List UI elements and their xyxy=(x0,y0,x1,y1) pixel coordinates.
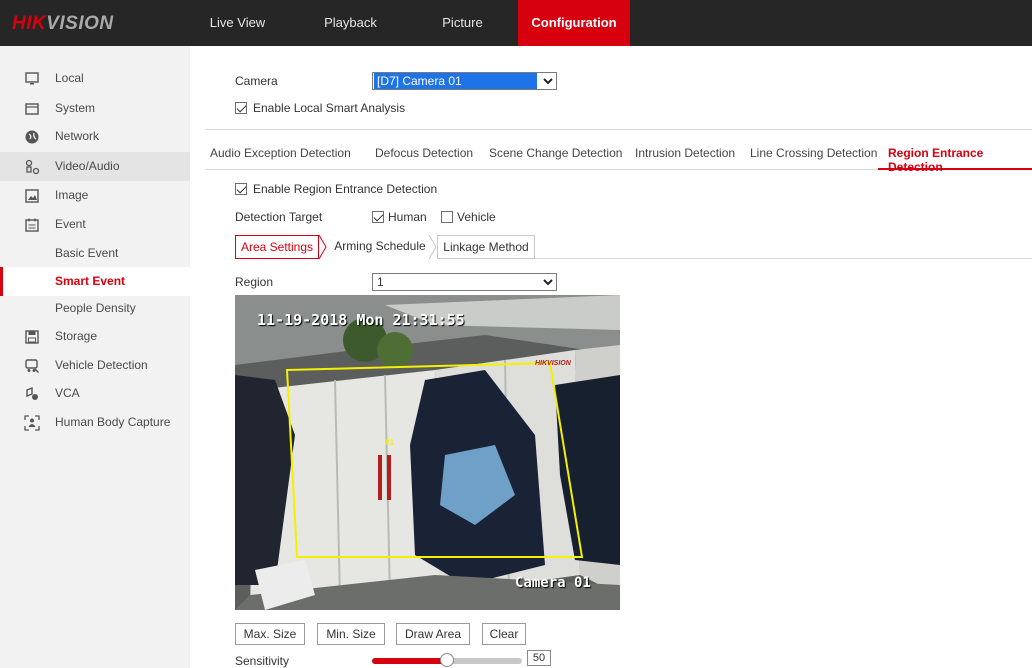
sensitivity-label: Sensitivity xyxy=(235,654,290,668)
sidebar-item-basic-event[interactable]: Basic Event xyxy=(0,239,190,268)
enable-local-smart-checkbox[interactable] xyxy=(235,102,247,114)
sidebar-item-label: Storage xyxy=(55,329,98,343)
globe-icon xyxy=(25,130,39,144)
nav-live-view[interactable]: Live View xyxy=(200,0,275,46)
max-size-button[interactable]: Max. Size xyxy=(235,623,305,645)
sidebar-item-local[interactable]: Local xyxy=(0,64,190,93)
sidebar-item-label: Local xyxy=(55,71,84,85)
subtabs-baseline xyxy=(535,258,1032,259)
tab-separator-arrow xyxy=(318,235,327,259)
sidebar-item-smart-event[interactable]: Smart Event xyxy=(0,267,190,296)
active-tab-underline xyxy=(878,168,1032,170)
camera-scene: HIKVISION #1 xyxy=(235,295,620,610)
region-label: Region xyxy=(235,275,274,289)
sidebar-item-human-body-capture[interactable]: Human Body Capture xyxy=(0,408,190,437)
nav-picture[interactable]: Picture xyxy=(425,0,500,46)
enable-region-entrance-checkbox[interactable] xyxy=(235,183,247,195)
tab-defocus-detection[interactable]: Defocus Detection xyxy=(375,146,473,160)
camera-select[interactable]: [D7] Camera 01 xyxy=(372,72,557,90)
cabinet-brand-text: HIKVISION xyxy=(535,360,572,367)
osd-camera-name: Camera 01 xyxy=(515,575,591,591)
enable-region-entrance-label: Enable Region Entrance Detection xyxy=(253,182,438,196)
sidebar-item-label: Video/Audio xyxy=(55,159,120,173)
sidebar-item-label: Human Body Capture xyxy=(55,415,171,429)
vehicle-label: Vehicle xyxy=(457,210,496,224)
region-select[interactable]: 1 xyxy=(372,273,557,291)
tab-audio-exception-detection[interactable]: Audio Exception Detection xyxy=(210,146,351,160)
detection-target-label: Detection Target xyxy=(235,210,323,224)
vca-icon xyxy=(26,386,38,400)
sidebar: Local System Network Video/Audio Image E… xyxy=(0,46,190,668)
nav-playback[interactable]: Playback xyxy=(313,0,388,46)
osd-timestamp: 11-19-2018 Mon 21:31:55 xyxy=(257,311,465,329)
sidebar-item-image[interactable]: Image xyxy=(0,181,190,210)
sidebar-item-event[interactable]: Event xyxy=(0,210,190,239)
top-bar: HIKVISION Live View Playback Picture Con… xyxy=(0,0,1032,46)
sidebar-item-people-density[interactable]: People Density xyxy=(0,294,190,323)
tab-scene-change-detection[interactable]: Scene Change Detection xyxy=(489,146,622,160)
logo-gray-part: VISION xyxy=(46,13,114,34)
sidebar-item-label: Image xyxy=(55,188,89,202)
chevron-down-icon xyxy=(543,279,553,286)
logo-red-part: HIK xyxy=(12,13,47,34)
tab-area-settings[interactable]: Area Settings xyxy=(235,235,319,259)
human-body-icon xyxy=(24,415,40,431)
vehicle-icon xyxy=(25,359,39,373)
video-audio-icon xyxy=(25,159,40,175)
system-icon xyxy=(25,103,39,115)
sidebar-item-video-audio[interactable]: Video/Audio xyxy=(0,152,190,181)
tab-line-crossing-detection[interactable]: Line Crossing Detection xyxy=(750,146,877,160)
sidebar-item-vehicle-detection[interactable]: Vehicle Detection xyxy=(0,351,190,380)
min-size-button[interactable]: Min. Size xyxy=(317,623,385,645)
sidebar-item-storage[interactable]: Storage xyxy=(0,322,190,351)
vehicle-checkbox[interactable] xyxy=(441,211,453,223)
clear-button[interactable]: Clear xyxy=(482,623,526,645)
nav-configuration[interactable]: Configuration xyxy=(518,0,630,46)
monitor-icon xyxy=(25,72,39,85)
chevron-down-icon xyxy=(543,78,553,85)
tab-intrusion-detection[interactable]: Intrusion Detection xyxy=(635,146,735,160)
image-icon xyxy=(25,189,39,203)
region-select-value: 1 xyxy=(377,275,384,289)
human-checkbox[interactable] xyxy=(372,211,384,223)
draw-area-button[interactable]: Draw Area xyxy=(396,623,470,645)
tab-arming-schedule[interactable]: Arming Schedule xyxy=(330,235,430,259)
sidebar-item-label: Smart Event xyxy=(55,274,126,288)
sidebar-item-system[interactable]: System xyxy=(0,94,190,123)
sidebar-item-label: Vehicle Detection xyxy=(55,358,148,372)
camera-label: Camera xyxy=(235,74,278,88)
hikvision-logo: HIKVISION xyxy=(12,13,114,35)
calendar-icon xyxy=(25,218,39,232)
sensitivity-slider-thumb[interactable] xyxy=(440,653,454,667)
sidebar-item-label: People Density xyxy=(55,301,136,315)
region-marker: #1 xyxy=(385,438,394,447)
sidebar-item-label: Event xyxy=(55,217,86,231)
sidebar-item-network[interactable]: Network xyxy=(0,122,190,151)
sensitivity-value-box[interactable]: 50 xyxy=(527,650,551,666)
divider xyxy=(205,129,1032,130)
human-label: Human xyxy=(388,210,427,224)
sidebar-item-label: Basic Event xyxy=(55,246,119,260)
tab-linkage-method[interactable]: Linkage Method xyxy=(437,235,535,259)
storage-icon xyxy=(25,330,39,344)
video-preview[interactable]: HIKVISION #1 11-19-2018 Mon 21:31:55 Cam… xyxy=(235,295,620,610)
enable-local-smart-label: Enable Local Smart Analysis xyxy=(253,101,406,115)
sidebar-item-label: Network xyxy=(55,129,100,143)
camera-select-value: [D7] Camera 01 xyxy=(374,73,537,89)
sidebar-item-label: System xyxy=(55,101,96,115)
sensitivity-slider-fill xyxy=(372,658,447,664)
sidebar-item-vca[interactable]: VCA xyxy=(0,379,190,408)
sidebar-item-label: VCA xyxy=(55,386,80,400)
